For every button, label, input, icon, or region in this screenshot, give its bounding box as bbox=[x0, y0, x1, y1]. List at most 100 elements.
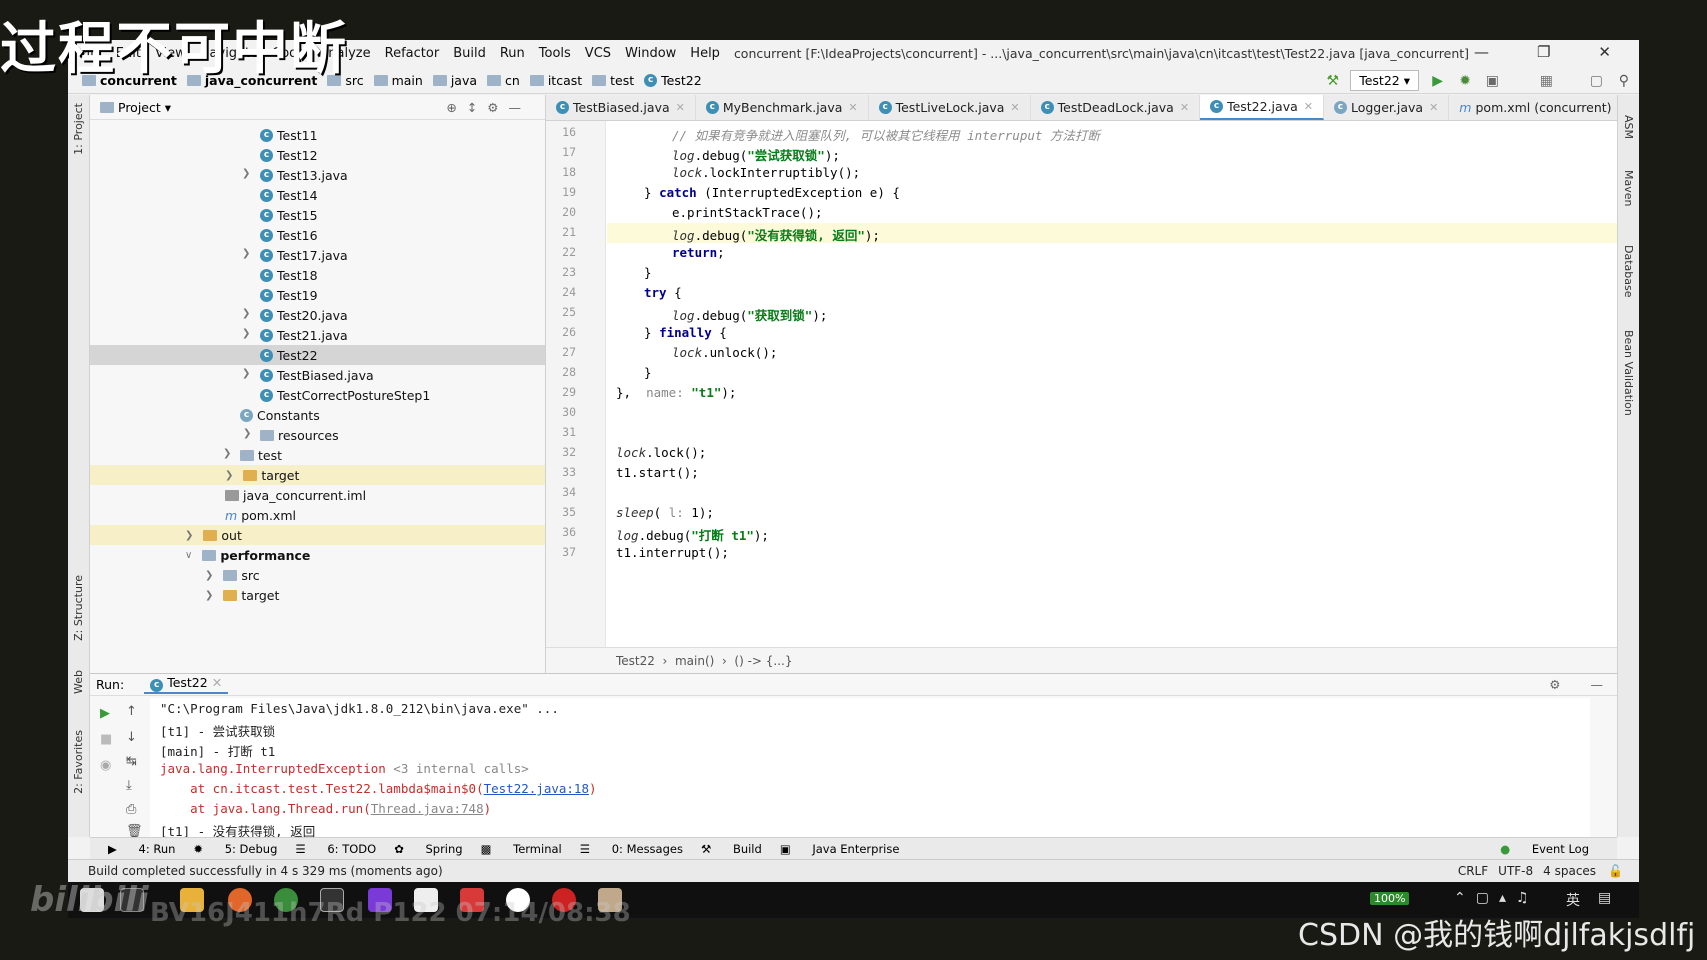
tree-item[interactable]: ❯ out bbox=[90, 525, 545, 545]
settings-icon[interactable]: ⚙ bbox=[1549, 677, 1560, 692]
tool-favorites[interactable]: 2: Favorites bbox=[72, 730, 85, 794]
crumb-class[interactable]: c Test22 bbox=[644, 73, 702, 88]
crumb-method[interactable]: main() bbox=[675, 654, 714, 668]
tray-icons[interactable]: ⌃▢▴♫ bbox=[1454, 890, 1539, 906]
tool-web[interactable]: Web bbox=[72, 670, 85, 694]
close-icon[interactable]: ✕ bbox=[1304, 100, 1313, 113]
crumb-java[interactable]: java bbox=[432, 73, 477, 88]
tab-testbiased[interactable]: c TestBiased.java ✕ bbox=[546, 95, 696, 120]
tree-item[interactable]: c Test12 bbox=[260, 145, 318, 165]
stop-icon[interactable]: ■ bbox=[100, 732, 112, 747]
collapse-icon[interactable]: ∨ bbox=[185, 550, 192, 561]
tree-item[interactable]: test bbox=[240, 445, 282, 465]
crumb-lambda[interactable]: () -> {...} bbox=[734, 654, 792, 668]
coverage-icon[interactable]: ▣ bbox=[1486, 73, 1499, 89]
tree-item[interactable]: c Test17.java bbox=[260, 245, 348, 265]
crumb-itcast[interactable]: itcast bbox=[529, 73, 582, 88]
tab-mybenchmark[interactable]: c MyBenchmark.java ✕ bbox=[696, 95, 869, 120]
expand-icon[interactable]: ❯ bbox=[243, 428, 251, 439]
tool-maven[interactable]: Maven bbox=[1622, 170, 1635, 206]
close-icon[interactable]: ✕ bbox=[1180, 101, 1189, 114]
close-icon[interactable]: ✕ bbox=[1598, 43, 1611, 61]
menu-tools[interactable]: Tools bbox=[539, 46, 571, 61]
indent-setting[interactable]: 4 spaces bbox=[1543, 864, 1596, 878]
tree-item[interactable]: c Test11 bbox=[260, 125, 318, 145]
rerun-icon[interactable]: ▶ bbox=[100, 706, 110, 721]
run-config-select[interactable]: Test22 ▾ bbox=[1350, 70, 1419, 91]
tree-item[interactable]: c Test19 bbox=[260, 285, 318, 305]
toolwin-spring[interactable]: ✿ Spring bbox=[394, 842, 462, 856]
expand-icon[interactable]: ❯ bbox=[225, 470, 233, 481]
debug-icon[interactable]: ✹ bbox=[1459, 73, 1471, 89]
hide-icon[interactable]: — bbox=[1591, 677, 1604, 692]
tab-testlivelock[interactable]: c TestLiveLock.java ✕ bbox=[869, 95, 1031, 120]
minimize-icon[interactable]: — bbox=[1474, 43, 1489, 61]
search-icon[interactable]: ⚲ bbox=[1619, 73, 1629, 89]
toolwin-messages[interactable]: ☰ 0: Messages bbox=[580, 842, 683, 856]
tool-bean-validation[interactable]: Bean Validation bbox=[1622, 330, 1635, 416]
close-icon[interactable]: ✕ bbox=[848, 101, 857, 114]
tool-database[interactable]: Database bbox=[1622, 245, 1635, 298]
toolwin-java-enterprise[interactable]: ▣ Java Enterprise bbox=[780, 842, 900, 856]
close-icon[interactable]: ✕ bbox=[1010, 101, 1019, 114]
camera-icon[interactable]: ◉ bbox=[100, 758, 111, 773]
tree-item[interactable]: java_concurrent.iml bbox=[225, 485, 366, 505]
expand-icon[interactable]: ❯ bbox=[242, 248, 250, 259]
lock-icon[interactable]: 🔓 bbox=[1608, 864, 1623, 878]
tab-testdeadlock[interactable]: c TestDeadLock.java ✕ bbox=[1031, 95, 1201, 120]
stacktrace-link[interactable]: Thread.java:748 bbox=[371, 801, 484, 816]
menu-refactor[interactable]: Refactor bbox=[385, 46, 440, 61]
wrap-icon[interactable]: ↹ bbox=[126, 754, 137, 769]
tree-item[interactable]: resources bbox=[260, 425, 339, 445]
expand-icon[interactable]: ❯ bbox=[242, 368, 250, 379]
layout-icon[interactable]: ▢ bbox=[1590, 73, 1603, 89]
toolwin-todo[interactable]: ☰ 6: TODO bbox=[295, 842, 376, 856]
close-icon[interactable]: ✕ bbox=[212, 675, 222, 690]
tree-item[interactable]: ∨ performance bbox=[185, 545, 310, 565]
expand-icon[interactable]: ❯ bbox=[242, 328, 250, 339]
tree-item[interactable]: c Constants bbox=[240, 405, 320, 425]
toolwin-terminal[interactable]: ▩ Terminal bbox=[481, 842, 562, 856]
panel-actions[interactable]: ⊕↕⚙— bbox=[446, 100, 531, 115]
expand-icon[interactable]: ❯ bbox=[242, 308, 250, 319]
expand-icon[interactable]: ❯ bbox=[185, 530, 193, 541]
battery-indicator[interactable]: 100% bbox=[1370, 892, 1410, 905]
tab-test22[interactable]: c Test22.java ✕ bbox=[1200, 95, 1324, 120]
tree-item[interactable]: ❯ src bbox=[205, 565, 260, 585]
line-separator[interactable]: CRLF bbox=[1458, 864, 1488, 878]
menu-vcs[interactable]: VCS bbox=[585, 46, 611, 61]
tree-item[interactable]: ❯ target bbox=[90, 465, 545, 485]
tree-item[interactable]: c Test21.java bbox=[260, 325, 348, 345]
tab-logger[interactable]: c Logger.java ✕ bbox=[1324, 95, 1450, 120]
tree-item[interactable]: c Test20.java bbox=[260, 305, 348, 325]
expand-icon[interactable]: ❯ bbox=[205, 570, 213, 581]
print-icon[interactable]: ⎙ bbox=[126, 802, 136, 817]
tree-item[interactable]: c TestCorrectPostureStep1 bbox=[260, 385, 430, 405]
notification-icon[interactable]: ▤ bbox=[1598, 890, 1611, 906]
tree-item-selected[interactable]: c Test22 bbox=[90, 345, 545, 365]
close-icon[interactable]: ✕ bbox=[1429, 101, 1438, 114]
crumb-test[interactable]: test bbox=[592, 73, 634, 88]
toolwin-build[interactable]: ⚒ Build bbox=[701, 842, 762, 856]
menu-window[interactable]: Window bbox=[625, 46, 676, 61]
crumb-class[interactable]: Test22 bbox=[616, 654, 655, 668]
tree-item[interactable]: c Test15 bbox=[260, 205, 318, 225]
down-icon[interactable]: ↓ bbox=[126, 730, 137, 745]
tool-structure[interactable]: Z: Structure bbox=[72, 575, 85, 641]
structure-icon[interactable]: ▦ bbox=[1540, 73, 1553, 89]
restore-icon[interactable]: ❐ bbox=[1537, 43, 1550, 61]
scroll-end-icon[interactable]: ⤓ bbox=[126, 778, 132, 793]
menu-build[interactable]: Build bbox=[453, 46, 486, 61]
expand-icon[interactable]: ❯ bbox=[242, 168, 250, 179]
toolwin-run[interactable]: ▶ 4: Run bbox=[108, 842, 175, 856]
console-output[interactable]: "C:\Program Files\Java\jdk1.8.0_212\bin\… bbox=[150, 698, 1590, 839]
crumb-cn[interactable]: cn bbox=[487, 73, 520, 88]
tree-item[interactable]: c Test13.java bbox=[260, 165, 348, 185]
tree-item[interactable]: ❯ target bbox=[205, 585, 279, 605]
tree-item[interactable]: c Test14 bbox=[260, 185, 318, 205]
up-icon[interactable]: ↑ bbox=[126, 704, 137, 719]
file-encoding[interactable]: UTF-8 bbox=[1498, 864, 1533, 878]
tool-project[interactable]: 1: Project bbox=[72, 103, 85, 155]
tree-item[interactable]: c Test16 bbox=[260, 225, 318, 245]
expand-icon[interactable]: ❯ bbox=[223, 448, 231, 459]
